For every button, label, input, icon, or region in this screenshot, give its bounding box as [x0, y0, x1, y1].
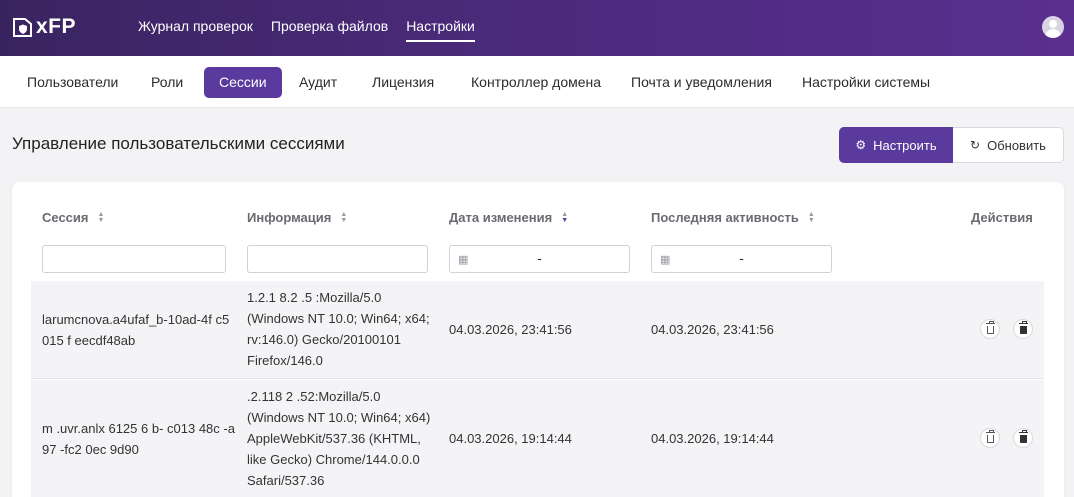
tab-users[interactable]: Пользователи	[27, 67, 118, 98]
trash-icon	[1018, 321, 1028, 334]
session-modified: 04.03.2026, 19:14:44	[449, 431, 572, 446]
topnav-settings[interactable]: Настройки	[406, 0, 475, 56]
column-header-actions-label: Действия	[971, 210, 1033, 225]
column-header-modified[interactable]: Дата изменения ▲ ▼	[449, 210, 568, 225]
tab-sessions[interactable]: Сессии	[204, 67, 282, 98]
column-header-session-label: Сессия	[42, 210, 89, 225]
delete-session-button[interactable]	[1013, 319, 1033, 339]
sort-icon[interactable]: ▲ ▼	[340, 211, 347, 224]
date-range-separator: -	[739, 251, 744, 266]
column-header-session[interactable]: Сессия ▲ ▼	[42, 210, 104, 225]
terminate-session-button[interactable]	[980, 319, 1000, 339]
tab-system-settings[interactable]: Настройки системы	[802, 67, 930, 98]
configure-button[interactable]: ⚙ Настроить	[839, 127, 953, 163]
sort-icon[interactable]: ▲ ▼	[97, 211, 104, 224]
table-row[interactable]: larumcnova.a4ufaf_b-10ad-4f c5 015 f eec…	[31, 281, 1044, 379]
trash-icon	[985, 321, 995, 334]
session-modified: 04.03.2026, 23:41:56	[449, 322, 572, 337]
refresh-button[interactable]: ↻ Обновить	[953, 127, 1064, 163]
tab-mail-notifications[interactable]: Почта и уведомления	[631, 67, 772, 98]
session-id: m .uvr.anlx 6125 6 b- c013 48c -a97 -fc2…	[42, 421, 235, 457]
tab-audit[interactable]: Аудит	[299, 67, 337, 98]
top-bar: xFP Журнал проверок Проверка файлов Наст…	[0, 0, 1074, 56]
refresh-icon: ↻	[970, 138, 981, 152]
column-header-last-activity[interactable]: Последняя активность ▲ ▼	[651, 210, 815, 225]
session-filter-input[interactable]	[42, 245, 226, 273]
app-logo[interactable]: xFP	[12, 14, 76, 40]
top-navigation: Журнал проверок Проверка файлов Настройк…	[138, 0, 493, 56]
sessions-table-card: Сессия ▲ ▼ Информация ▲ ▼ Дата изменения ▲…	[12, 182, 1064, 497]
tab-license[interactable]: Лицензия	[372, 67, 434, 98]
column-header-info[interactable]: Информация ▲ ▼	[247, 210, 347, 225]
user-avatar-icon[interactable]	[1042, 16, 1064, 38]
topnav-file-check[interactable]: Проверка файлов	[271, 0, 388, 56]
logo-text: xFP	[36, 15, 77, 38]
gear-icon: ⚙	[855, 138, 867, 152]
session-last-activity: 04.03.2026, 23:41:56	[651, 322, 774, 337]
tab-domain-controller[interactable]: Контроллер домена	[471, 67, 601, 98]
modified-date-range-filter[interactable]: ▦ -	[449, 245, 630, 273]
terminate-session-button[interactable]	[980, 428, 1000, 448]
sort-icon[interactable]: ▲ ▼	[808, 211, 815, 224]
column-header-modified-label: Дата изменения	[449, 210, 553, 225]
session-info: 1.2.1 8.2 .5 :Mozilla/5.0 (Windows NT 10…	[247, 290, 430, 368]
settings-subnav: Пользователи Роли Сессии Аудит Лицензия …	[0, 56, 1074, 108]
sort-icon[interactable]: ▲ ▼	[561, 211, 568, 224]
tab-roles[interactable]: Роли	[151, 67, 183, 98]
topnav-check-log[interactable]: Журнал проверок	[138, 0, 253, 56]
column-header-info-label: Информация	[247, 210, 332, 225]
trash-icon	[1018, 430, 1028, 443]
info-filter-input[interactable]	[247, 245, 428, 273]
session-info: .2.118 2 .52:Mozilla/5.0 (Windows NT 10.…	[247, 389, 431, 488]
delete-session-button[interactable]	[1013, 428, 1033, 448]
session-last-activity: 04.03.2026, 19:14:44	[651, 431, 774, 446]
activity-date-range-filter[interactable]: ▦ -	[651, 245, 832, 273]
column-header-actions: Действия	[971, 210, 1033, 225]
column-header-last-activity-label: Последняя активность	[651, 210, 799, 225]
refresh-button-label: Обновить	[987, 137, 1046, 153]
trash-icon	[985, 430, 995, 443]
page-title: Управление пользовательскими сессиями	[12, 134, 345, 153]
configure-button-label: Настроить	[873, 137, 937, 153]
date-range-separator: -	[537, 251, 542, 266]
table-row[interactable]: m .uvr.anlx 6125 6 b- c013 48c -a97 -fc2…	[31, 380, 1044, 497]
session-id: larumcnova.a4ufaf_b-10ad-4f c5 015 f eec…	[42, 312, 230, 348]
logo-shield-icon	[12, 16, 34, 38]
